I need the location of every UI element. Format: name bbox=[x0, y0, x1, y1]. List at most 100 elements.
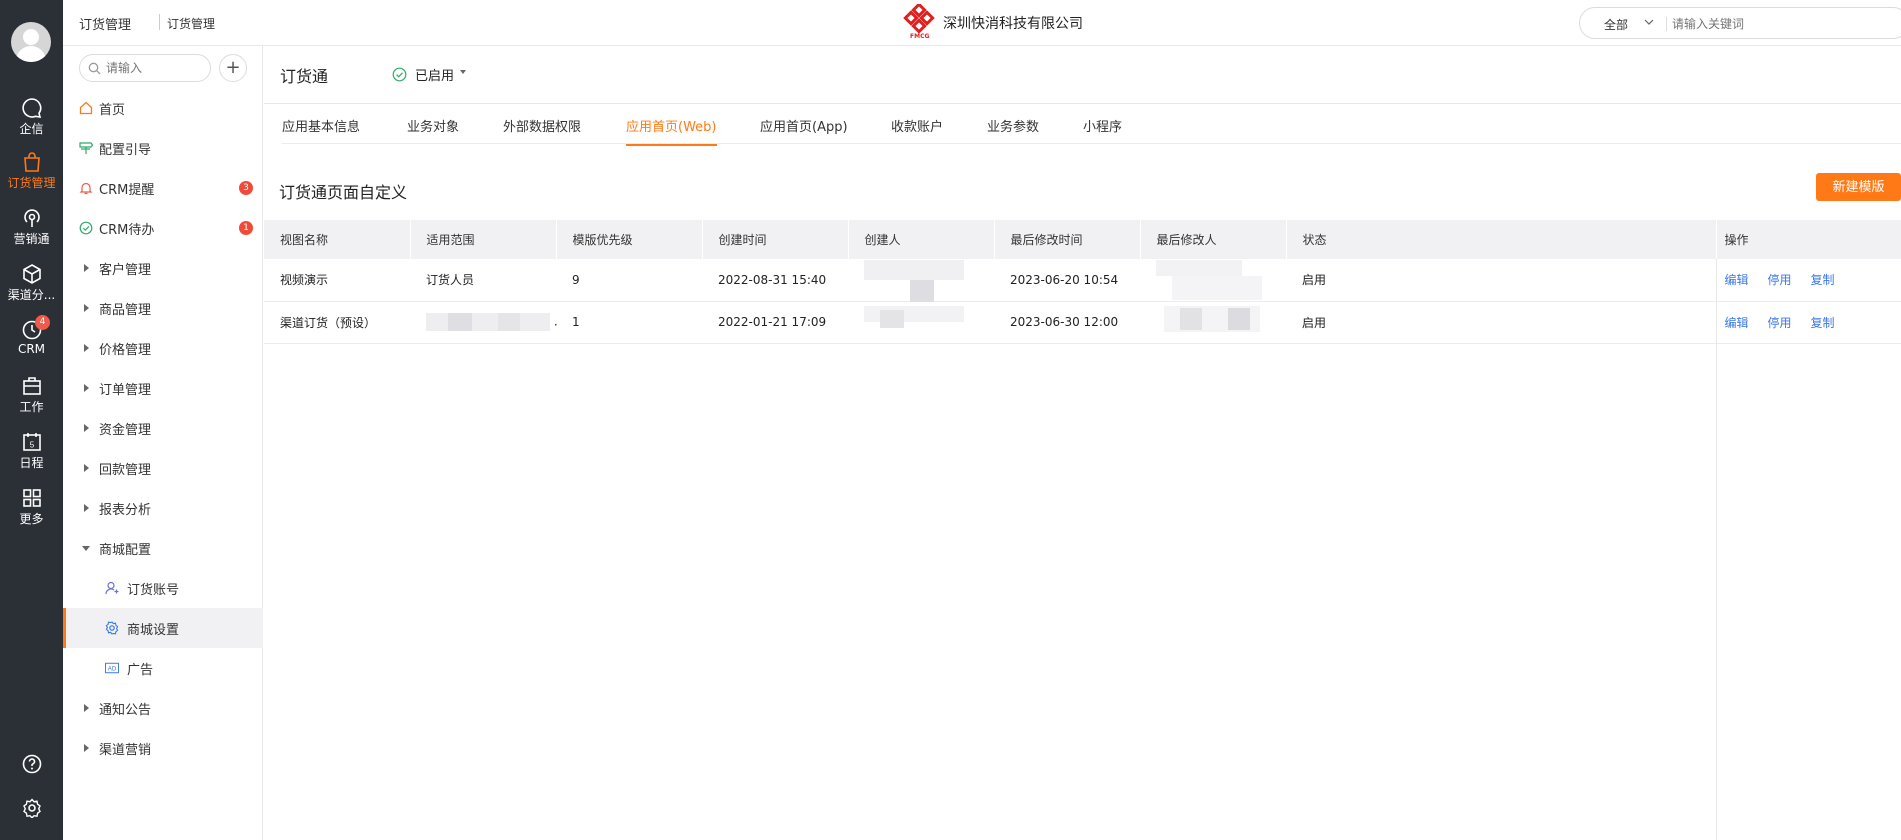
copy-link[interactable]: 复制 bbox=[1811, 273, 1835, 287]
cube-icon bbox=[22, 264, 41, 284]
calendar-day-text: 5 bbox=[29, 441, 34, 450]
tab-business-parameters[interactable]: 业务参数 bbox=[987, 116, 1039, 146]
rail-item-label: 日程 bbox=[19, 456, 44, 470]
sidebar-item-order-accounts[interactable]: 订货账号 bbox=[63, 568, 263, 608]
rail-item-more[interactable]: 更多 bbox=[0, 481, 63, 537]
shopping-bag-icon bbox=[23, 152, 40, 172]
expand-arrow-icon bbox=[79, 701, 93, 715]
tab-payment-accounts[interactable]: 收款账户 bbox=[891, 116, 943, 146]
sidebar-item-funds[interactable]: 资金管理 bbox=[63, 408, 263, 448]
gear-icon bbox=[22, 798, 41, 819]
sidebar-item-orders[interactable]: 订单管理 bbox=[63, 368, 263, 408]
breadcrumb-current[interactable]: 订货管理 bbox=[167, 15, 215, 32]
sidebar-item-customers[interactable]: 客户管理 bbox=[63, 248, 263, 288]
tab-web-homepage[interactable]: 应用首页(Web) bbox=[626, 116, 717, 146]
sidebar-item-channel-marketing[interactable]: 渠道营销 bbox=[63, 728, 263, 768]
sidebar-item-home[interactable]: 首页 bbox=[63, 88, 263, 128]
rail-item-label: 渠道分... bbox=[7, 288, 56, 302]
add-menu-button[interactable]: + bbox=[219, 54, 247, 82]
knot-logo-icon bbox=[903, 2, 935, 34]
rail-item-label: 营销通 bbox=[13, 232, 50, 246]
svg-text:AD: AD bbox=[108, 665, 117, 672]
breadcrumb-app[interactable]: 订货管理 bbox=[79, 14, 131, 33]
rail-item-label: 订货管理 bbox=[7, 176, 56, 190]
copy-link[interactable]: 复制 bbox=[1811, 316, 1835, 330]
rail-item-label: 企信 bbox=[19, 122, 44, 136]
cell-scope: 订货人员 bbox=[410, 259, 556, 302]
column-header: 创建时间 bbox=[702, 220, 849, 259]
chevron-down-icon[interactable] bbox=[1644, 18, 1654, 26]
cell-modifier bbox=[1140, 301, 1286, 344]
column-header: 视图名称 bbox=[264, 220, 411, 259]
tab-basic-info[interactable]: 应用基本信息 bbox=[282, 116, 360, 146]
rail-item-marketing[interactable]: 营销通 bbox=[0, 201, 63, 257]
app-rail: 企信 订货管理 营销通 渠道分... 4 CRM 工作 5 日程 更多 bbox=[0, 0, 63, 840]
reminder-count-badge: 3 bbox=[239, 181, 253, 195]
sidebar-item-payments[interactable]: 回款管理 bbox=[63, 448, 263, 488]
tab-external-data-permissions[interactable]: 外部数据权限 bbox=[503, 116, 581, 146]
cell-status: 启用 bbox=[1286, 301, 1716, 344]
help-icon bbox=[22, 754, 41, 774]
company-logo: FMCG bbox=[903, 2, 939, 42]
user-account-icon bbox=[105, 581, 119, 595]
search-divider bbox=[1666, 17, 1667, 31]
rail-item-work[interactable]: 工作 bbox=[0, 369, 63, 425]
user-avatar[interactable] bbox=[11, 22, 51, 62]
app-status-dropdown[interactable]: 已启用 bbox=[392, 65, 467, 84]
cell-actions: 编辑 停用 复制 bbox=[1715, 301, 1901, 344]
table-row[interactable]: 视频演示 订货人员 9 2022-08-31 15:40 2023-06-20 … bbox=[264, 259, 1901, 302]
search-scope-select[interactable]: 全部 bbox=[1604, 16, 1628, 33]
sidebar-item-mall-settings[interactable]: 商城设置 bbox=[63, 608, 263, 648]
edit-link[interactable]: 编辑 bbox=[1725, 273, 1749, 287]
bell-icon bbox=[79, 181, 93, 195]
sidebar-item-prices[interactable]: 价格管理 bbox=[63, 328, 263, 368]
rail-item-label: 更多 bbox=[19, 512, 44, 526]
breadcrumb-divider bbox=[159, 14, 160, 30]
gear-icon bbox=[105, 621, 119, 635]
sidebar-item-label: 通知公告 bbox=[99, 702, 152, 718]
rail-item-order-management[interactable]: 订货管理 bbox=[0, 145, 63, 201]
sidebar-item-crm-reminder[interactable]: CRM提醒 3 bbox=[63, 168, 263, 208]
table-row[interactable]: 渠道订货（预设） . 1 2022-01-21 17:09 2023-06-30… bbox=[264, 301, 1901, 344]
page-title: 订货通 bbox=[280, 67, 329, 86]
tab-mini-program[interactable]: 小程序 bbox=[1083, 116, 1122, 146]
tab-app-homepage[interactable]: 应用首页(App) bbox=[760, 116, 848, 146]
sidebar-item-label: 订单管理 bbox=[99, 382, 152, 398]
cell-created-time: 2022-01-21 17:09 bbox=[702, 301, 848, 344]
sidebar-item-label: CRM待办 bbox=[99, 222, 155, 238]
disable-link[interactable]: 停用 bbox=[1768, 316, 1792, 330]
column-header: 操作 bbox=[1715, 220, 1901, 259]
tab-business-objects[interactable]: 业务对象 bbox=[407, 116, 459, 146]
expand-arrow-icon bbox=[79, 461, 93, 475]
new-template-button[interactable]: 新建模版 bbox=[1816, 173, 1901, 201]
sidebar-item-config-guide[interactable]: 配置引导 bbox=[63, 128, 263, 168]
sidebar-item-label: 商城设置 bbox=[127, 622, 180, 638]
sidebar-item-reports[interactable]: 报表分析 bbox=[63, 488, 263, 528]
app-root: 企信 订货管理 营销通 渠道分... 4 CRM 工作 5 日程 更多 订货管理… bbox=[0, 0, 1901, 840]
redacted-creator bbox=[864, 302, 964, 342]
rail-item-schedule[interactable]: 5 日程 bbox=[0, 425, 63, 481]
rail-item-label: CRM bbox=[17, 342, 46, 356]
sidebar-item-crm-todo[interactable]: CRM待办 1 bbox=[63, 208, 263, 248]
settings-button[interactable] bbox=[0, 798, 63, 821]
rail-item-qixin[interactable]: 企信 bbox=[0, 91, 63, 147]
rail-item-channel[interactable]: 渠道分... bbox=[0, 257, 63, 313]
column-header: 创建人 bbox=[848, 220, 995, 259]
briefcase-icon bbox=[22, 377, 41, 395]
edit-link[interactable]: 编辑 bbox=[1725, 316, 1749, 330]
check-circle-icon bbox=[392, 67, 407, 82]
help-button[interactable] bbox=[0, 754, 63, 777]
global-search: 全部 bbox=[1579, 7, 1901, 39]
sidebar-search-input[interactable] bbox=[106, 60, 202, 76]
sidebar-item-products[interactable]: 商品管理 bbox=[63, 288, 263, 328]
rail-item-crm[interactable]: 4 CRM bbox=[0, 313, 63, 369]
module-sidebar: + 首页 配置引导 CRM提醒 3 CRM待办 1 客户管理 商品管理 bbox=[63, 46, 263, 840]
global-search-input[interactable] bbox=[1672, 14, 1892, 34]
chat-bubble-icon bbox=[21, 98, 41, 118]
sidebar-item-notices[interactable]: 通知公告 bbox=[63, 688, 263, 728]
sidebar-item-ads[interactable]: AD 广告 bbox=[63, 648, 263, 688]
sidebar-item-mall-config[interactable]: 商城配置 bbox=[63, 528, 263, 568]
disable-link[interactable]: 停用 bbox=[1768, 273, 1792, 287]
column-header: 适用范围 bbox=[410, 220, 557, 259]
expand-arrow-icon bbox=[79, 301, 93, 315]
